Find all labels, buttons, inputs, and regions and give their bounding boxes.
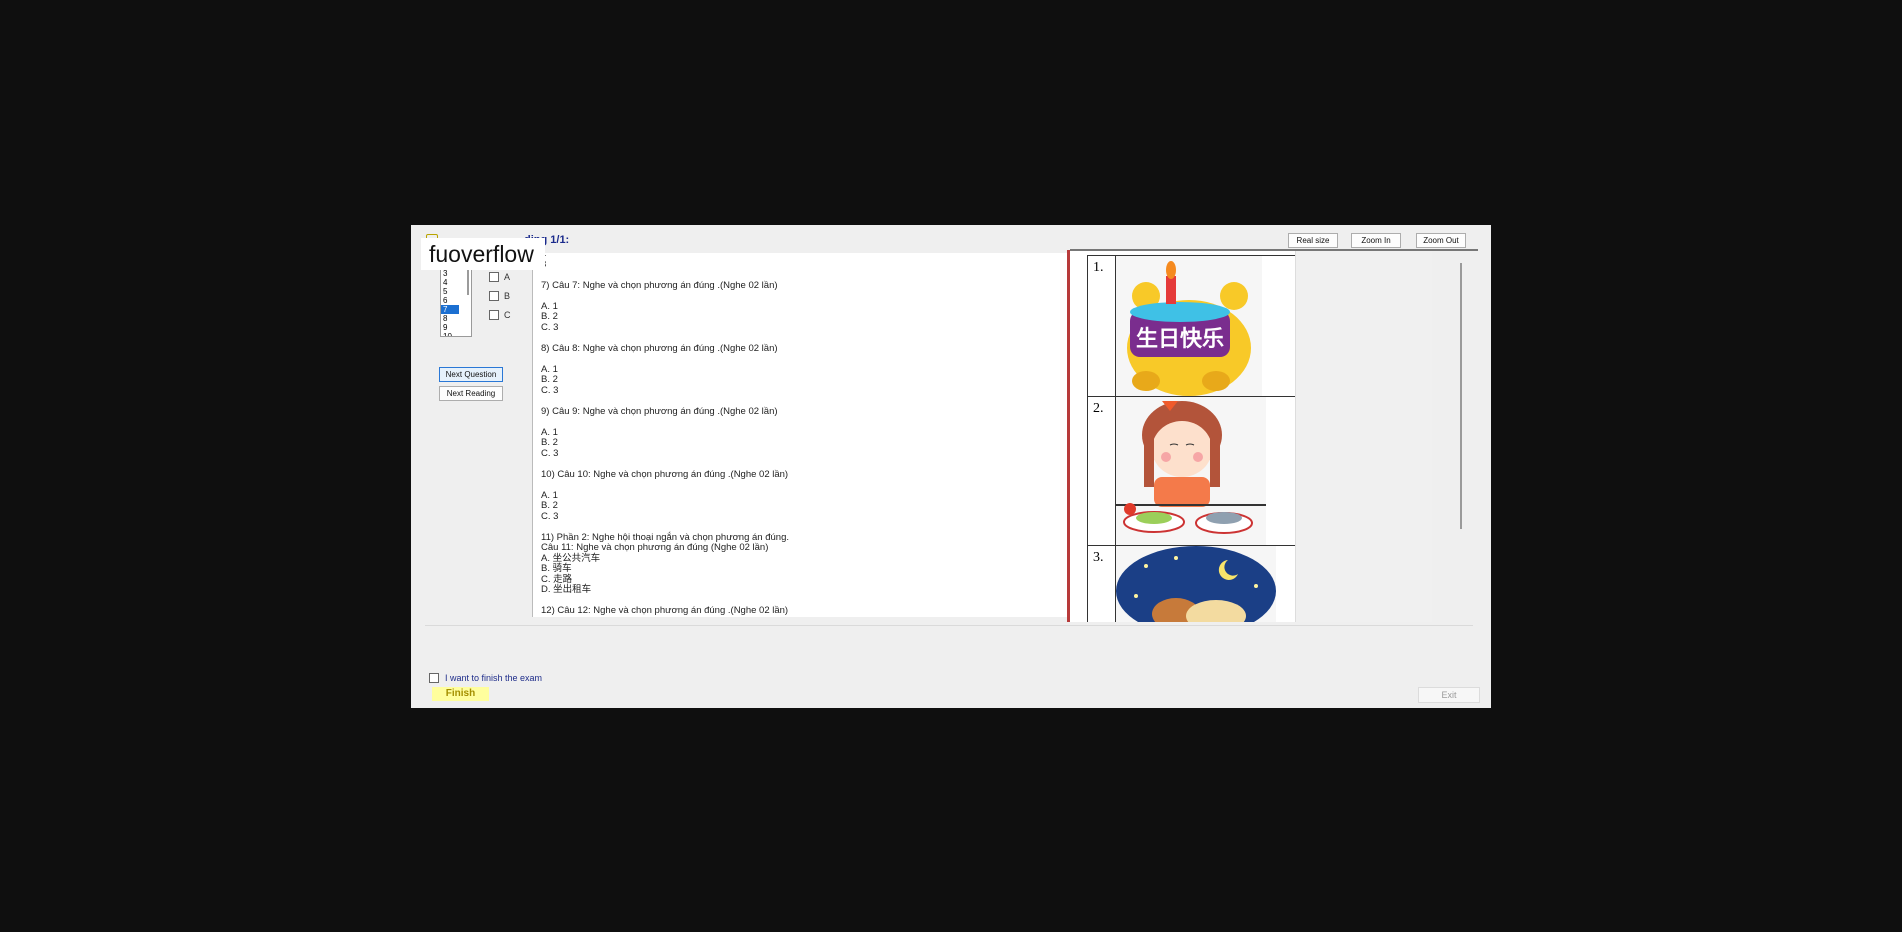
- image-table: 1. 生日快乐 2. 3.: [1087, 255, 1295, 622]
- answer-label: C: [504, 310, 511, 320]
- outer-scrollbar[interactable]: [1460, 263, 1462, 529]
- question-number-list[interactable]: 3 4 5 6 7 8 9 10 11: [440, 268, 472, 337]
- girl-eating-image: [1116, 397, 1295, 545]
- next-question-button[interactable]: Next Question: [439, 367, 503, 382]
- sleeping-night-image: [1116, 546, 1295, 622]
- zoom-in-button[interactable]: Zoom In: [1351, 233, 1401, 248]
- image-pane[interactable]: 1. 生日快乐 2. 3.: [1070, 251, 1295, 622]
- image-row-2: 2.: [1088, 397, 1295, 546]
- question-content-pane[interactable]: 2 3 7) Câu 7: Nghe và chọn phương án đún…: [532, 253, 1081, 617]
- answer-label: B: [504, 291, 511, 301]
- next-reading-button[interactable]: Next Reading: [439, 386, 503, 401]
- list-item[interactable]: 9: [441, 323, 471, 332]
- list-item[interactable]: 10: [441, 332, 471, 336]
- image-number: 1.: [1088, 256, 1116, 396]
- cake-caption: 生日快乐: [1136, 327, 1224, 352]
- list-item-selected[interactable]: 7: [441, 305, 459, 314]
- finish-exam-option[interactable]: I want to finish the exam: [429, 673, 542, 683]
- exit-button[interactable]: Exit: [1418, 687, 1480, 703]
- list-item[interactable]: 8: [441, 314, 471, 323]
- image-row-3: 3.: [1088, 546, 1295, 622]
- zoom-out-button[interactable]: Zoom Out: [1416, 233, 1466, 248]
- watermark-label: fuoverflow: [421, 238, 545, 270]
- exam-window: fuoverflow ding 1/1: 3 4 5 6 7 8 9 10 11…: [411, 225, 1491, 708]
- answer-option-a[interactable]: A: [489, 272, 510, 282]
- real-size-button[interactable]: Real size: [1288, 233, 1338, 248]
- image-row-1: 1. 生日快乐: [1088, 256, 1295, 397]
- answer-checkbox[interactable]: [489, 291, 499, 301]
- answer-checkbox[interactable]: [489, 272, 499, 282]
- finish-exam-label: I want to finish the exam: [445, 673, 543, 683]
- question-text: 2 3 7) Câu 7: Nghe và chọn phương án đún…: [541, 253, 789, 616]
- image-number: 3.: [1088, 546, 1116, 622]
- list-item[interactable]: 6: [441, 296, 471, 305]
- finish-exam-checkbox[interactable]: [429, 673, 439, 683]
- answer-option-c[interactable]: C: [489, 310, 511, 320]
- right-empty-panel: [1295, 251, 1432, 622]
- birthday-cake-bear-image: 生日快乐: [1116, 256, 1295, 396]
- answer-label: A: [504, 272, 511, 282]
- answer-option-b[interactable]: B: [489, 291, 510, 301]
- list-scrollbar[interactable]: [467, 269, 469, 295]
- finish-button[interactable]: Finish: [432, 687, 489, 701]
- answer-checkbox[interactable]: [489, 310, 499, 320]
- image-number: 2.: [1088, 397, 1116, 545]
- frame-divider: [425, 625, 1473, 626]
